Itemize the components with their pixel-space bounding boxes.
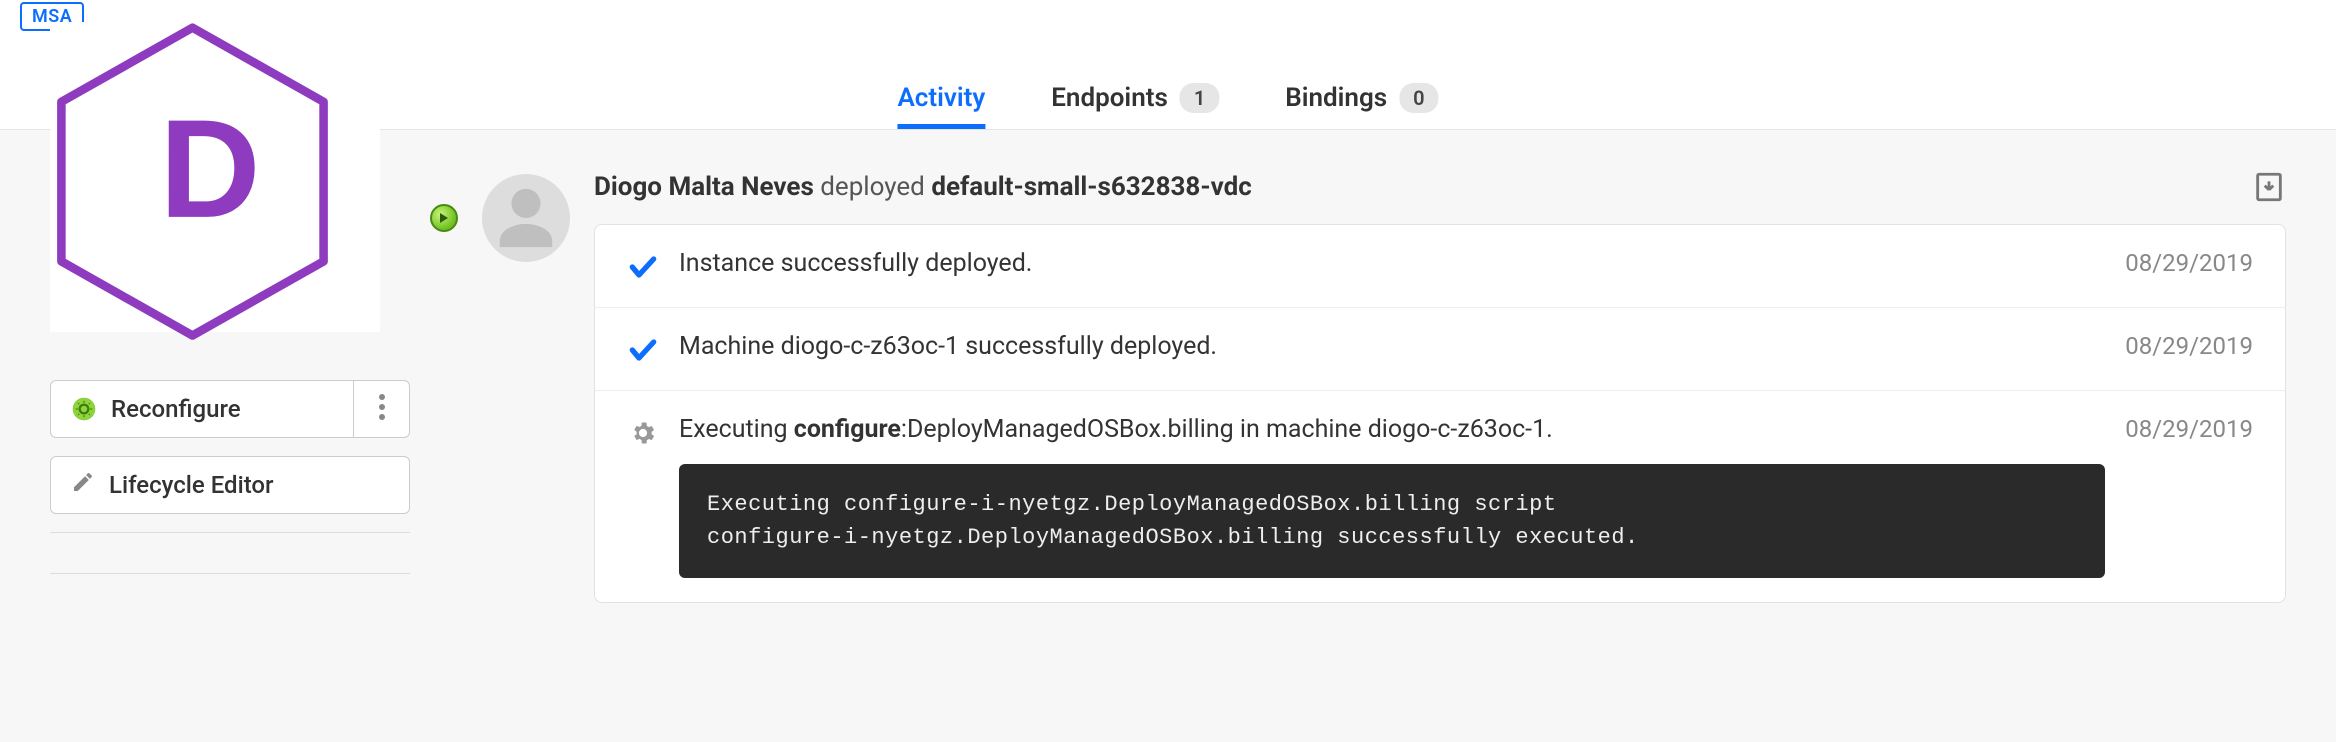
download-log-icon[interactable]: [2252, 170, 2286, 204]
tab-activity-label: Activity: [897, 83, 985, 113]
gear-icon: [71, 396, 97, 422]
reconfigure-button[interactable]: Reconfigure: [50, 380, 354, 438]
check-icon: [627, 251, 659, 283]
tab-endpoints-label: Endpoints: [1051, 83, 1168, 113]
separator: [50, 573, 410, 574]
more-actions-button[interactable]: [354, 380, 410, 438]
row-suffix: :DeployManagedOSBox.billing in machine d…: [901, 415, 1553, 444]
dots-vertical-icon: [379, 394, 385, 425]
lifecycle-editor-button[interactable]: Lifecycle Editor: [50, 456, 410, 514]
tabs: Activity Endpoints 1 Bindings 0: [889, 69, 1446, 129]
activity-row-text: Instance successfully deployed.: [679, 249, 2105, 278]
activity-row-date: 08/29/2019: [2125, 332, 2253, 360]
activity-row-text: Machine diogo-c-z63oc-1 successfully dep…: [679, 332, 2105, 361]
activity-row: Executing configure:DeployManagedOSBox.b…: [595, 391, 2285, 602]
tab-activity[interactable]: Activity: [889, 83, 993, 129]
reconfigure-label: Reconfigure: [111, 395, 241, 423]
row-bold: configure: [794, 415, 901, 444]
activity-card: Instance successfully deployed. 08/29/20…: [594, 224, 2286, 603]
app-hex-letter: D: [159, 88, 260, 250]
terminal-output: Executing configure-i-nyetgz.DeployManag…: [679, 464, 2105, 578]
activity-verb-text: deployed: [820, 172, 925, 202]
activity-row-text: Executing configure:DeployManagedOSBox.b…: [679, 415, 2105, 444]
tab-endpoints-count: 1: [1180, 83, 1219, 113]
row-prefix: Executing: [679, 415, 794, 444]
tab-bindings-label: Bindings: [1285, 83, 1387, 113]
activity-row: Instance successfully deployed. 08/29/20…: [595, 225, 2285, 308]
separator: [50, 532, 410, 533]
activity-row-date: 08/29/2019: [2125, 249, 2253, 277]
app-hex-icon: D: [50, 22, 380, 332]
tab-endpoints[interactable]: Endpoints 1: [1043, 83, 1227, 129]
avatar: [482, 174, 570, 262]
activity-row-date: 08/29/2019: [2125, 415, 2253, 443]
lifecycle-label: Lifecycle Editor: [109, 471, 274, 499]
tab-bindings[interactable]: Bindings 0: [1277, 83, 1446, 129]
activity-headline: Diogo Malta Neves deployed default-small…: [594, 172, 1252, 202]
pencil-icon: [71, 470, 95, 500]
cog-icon: [627, 417, 659, 449]
tab-bindings-count: 0: [1399, 83, 1438, 113]
check-icon: [627, 334, 659, 366]
activity-user: Diogo Malta Neves: [594, 172, 814, 202]
activity-row: Machine diogo-c-z63oc-1 successfully dep…: [595, 308, 2285, 391]
status-running-icon: [430, 204, 458, 232]
activity-target: default-small-s632838-vdc: [931, 172, 1251, 202]
